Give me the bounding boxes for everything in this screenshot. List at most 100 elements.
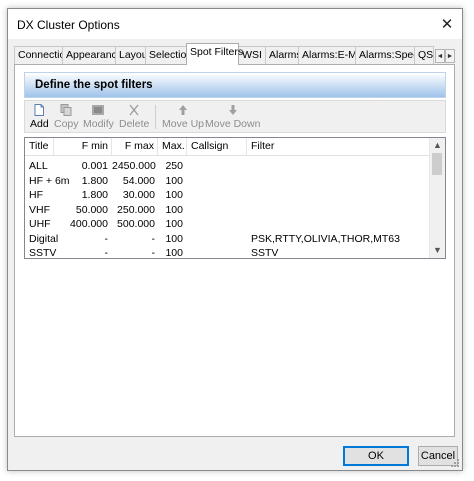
cell-fmin: 0.001 [81,160,108,172]
cell-filter [251,217,426,232]
tab-spot-filters[interactable]: Spot Filters [186,43,243,65]
arrow-down-icon [228,105,237,115]
cell-filter: PSK,RTTY,OLIVIA,THOR,MT63 [251,232,400,245]
arrow-right-icon: ► [446,53,454,60]
cell-fmax: 54.000 [122,174,155,187]
table-row[interactable]: HF + 6m 1.800 54.000 100 [25,174,430,189]
cell-callsign [191,232,247,247]
tab-alarms-email[interactable]: Alarms:E-Mail [298,46,367,64]
copy-button[interactable]: Copy [54,103,79,131]
delete-icon [129,104,139,116]
grid-header: Title F min F max Max. Callsign Filter [25,138,430,156]
column-header-title[interactable]: Title [25,138,54,155]
tab-layout[interactable]: Layout [115,46,151,64]
tab-selection[interactable]: Selection [145,46,192,64]
spot-filters-panel: Define the spot filters Add Copy Modify … [14,64,455,437]
cell-max: 100 [165,218,183,230]
column-header-callsign[interactable]: Callsign [187,138,247,155]
tab-scroll-right-button[interactable]: ► [445,49,455,63]
chevron-down-icon: ▼ [433,245,442,255]
move-up-label: Move Up [162,118,205,130]
ok-button[interactable]: OK [343,446,409,466]
table-row[interactable]: Digital - - 100 PSK,RTTY,OLIVIA,THOR,MT6… [25,232,430,247]
table-row[interactable]: UHF 400.000 500.000 100 [25,217,430,232]
column-header-fmin[interactable]: F min [54,138,112,155]
filter-toolbar: Add Copy Modify Delete Move Up Move Down [24,100,446,133]
scroll-down-button[interactable]: ▼ [430,243,445,258]
cell-callsign [191,159,247,174]
cell-callsign [191,203,247,218]
column-header-fmax[interactable]: F max [112,138,158,155]
toolbar-separator [155,105,156,129]
tab-appearance[interactable]: Appearance [62,46,123,64]
cell-callsign [191,217,247,232]
tab-alarms[interactable]: Alarms [265,46,302,64]
title-bar: DX Cluster Options ✕ [8,9,462,39]
table-row[interactable]: HF 1.800 30.000 100 [25,188,430,203]
cell-max: 100 [165,189,183,201]
cell-callsign [191,174,247,189]
cell-callsign [191,188,247,203]
modify-button[interactable]: Modify [83,103,114,131]
tab-scroll-left-button[interactable]: ◄ [435,49,445,63]
tab-qsl[interactable]: QSL [414,46,434,64]
cell-fmax: - [151,232,156,245]
grid-vertical-scrollbar[interactable]: ▲ ▼ [429,138,445,258]
panel-header: Define the spot filters [24,72,446,98]
dx-cluster-options-dialog: DX Cluster Options ✕ Connection Appearan… [7,8,463,471]
delete-label: Delete [119,118,150,130]
new-document-icon [34,104,45,116]
cell-fmin: - [104,247,109,259]
delete-button[interactable]: Delete [119,103,149,131]
table-row[interactable]: SSTV - - 100 SSTV [25,246,430,259]
column-header-max[interactable]: Max. [158,138,187,155]
cell-fmax: 30.000 [122,189,155,201]
table-row[interactable]: ALL 0.001 2450.000 250 [25,159,430,174]
arrow-left-icon: ◄ [436,53,444,60]
cell-max: 250 [165,160,183,172]
move-down-label: Move Down [205,118,261,130]
cell-callsign [191,246,247,258]
cell-max: 100 [165,203,183,216]
close-button[interactable]: ✕ [432,9,462,39]
cell-filter [251,174,426,189]
cell-filter [251,188,426,203]
chevron-up-icon: ▲ [433,140,442,150]
scroll-thumb[interactable] [432,153,442,175]
cell-fmin: 1.800 [81,189,108,201]
tab-alarms-speech[interactable]: Alarms:Speech [355,46,430,64]
cell-max: 100 [165,174,183,187]
panel-header-title: Define the spot filters [35,79,153,91]
copy-label: Copy [54,118,79,130]
cell-max: 100 [165,232,183,245]
column-header-filter[interactable]: Filter [247,138,430,155]
cell-fmax: 2450.000 [112,160,156,172]
cell-max: 100 [165,247,183,259]
table-row[interactable]: VHF 50.000 250.000 100 [25,203,430,218]
cell-filter [251,203,426,218]
spot-filters-grid[interactable]: Title F min F max Max. Callsign Filter A… [24,137,446,259]
move-down-button[interactable]: Move Down [205,103,260,131]
tab-strip: Connection Appearance Layout Selection S… [14,42,434,65]
copy-icon [60,104,72,116]
tab-connection[interactable]: Connection [14,46,71,64]
cell-fmin: 400.000 [70,218,108,230]
cell-fmin: 50.000 [75,203,108,216]
add-label: Add [30,118,49,130]
modify-label: Modify [83,118,114,130]
move-up-button[interactable]: Move Up [162,103,204,131]
scroll-up-button[interactable]: ▲ [430,138,445,153]
modify-icon [92,105,105,115]
cell-fmax: - [151,247,156,259]
add-button[interactable]: Add [30,103,49,131]
close-icon: ✕ [440,16,454,33]
arrow-up-icon [179,105,187,115]
cell-filter: SSTV [251,247,279,259]
cell-fmin: - [104,232,109,245]
cell-fmax: 250.000 [117,203,155,216]
cell-filter [251,159,426,174]
cell-fmin: 1.800 [81,174,108,187]
resize-grip-icon[interactable] [450,458,460,468]
cell-fmax: 500.000 [117,218,155,230]
window-title: DX Cluster Options [17,18,120,32]
